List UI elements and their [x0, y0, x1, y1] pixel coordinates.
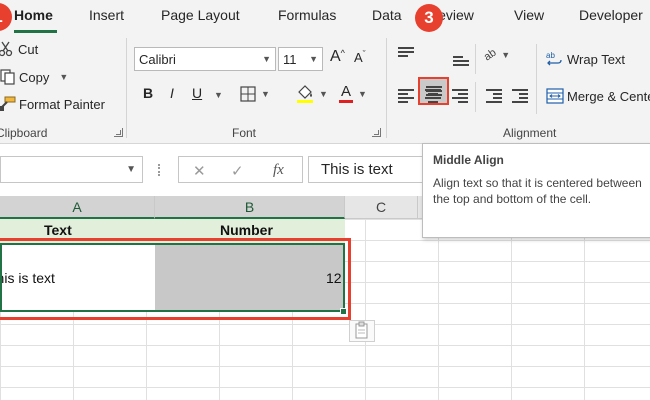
tooltip-body: Align text so that it is centered betwee… [433, 176, 642, 206]
fill-color-button[interactable]: ▼ [296, 84, 328, 104]
svg-text:ab: ab [546, 51, 555, 60]
merge-center-button[interactable]: Merge & Center [546, 88, 650, 104]
tab-view[interactable]: View [514, 7, 544, 23]
wrap-text-label: Wrap Text [567, 51, 626, 67]
name-box[interactable]: ▼ [0, 156, 143, 183]
grow-font-button[interactable]: A ^ [330, 48, 345, 66]
wrap-text-button[interactable]: ab Wrap Text [546, 50, 625, 68]
grow-font-label: A [330, 48, 341, 65]
ribbon-tab-bar: 1 Home Insert Page Layout Formulas Data … [0, 0, 650, 34]
chevron-down-icon[interactable]: ▼ [501, 50, 510, 60]
font-size-combo[interactable]: 11 ▼ [278, 47, 323, 71]
group-divider [126, 38, 127, 138]
font-name-value: Calibri [139, 51, 176, 67]
tab-developer[interactable]: Developer [579, 7, 643, 23]
cut-label: Cut [18, 41, 39, 57]
orientation-button[interactable]: ab ▼ [481, 46, 511, 64]
clipboard-group-label: Clipboard [0, 126, 48, 140]
fill-handle[interactable] [340, 308, 347, 315]
tab-page-layout[interactable]: Page Layout [161, 7, 240, 23]
group-divider [386, 38, 387, 138]
active-tab-indicator [14, 30, 57, 33]
cut-button[interactable]: Cut [0, 41, 38, 57]
cell-b1[interactable]: Number [220, 222, 273, 238]
caret-down-icon: ˇ [362, 48, 366, 59]
borders-icon [240, 86, 256, 102]
formula-buttons: ✕ ✓ fx [178, 156, 303, 183]
font-dialog-launcher-icon[interactable] [372, 128, 381, 137]
column-header-b[interactable]: B [155, 196, 345, 219]
middle-align-tooltip: Middle Align Align text so that it is ce… [422, 143, 650, 238]
cell-a1[interactable]: Text [44, 222, 72, 238]
bold-button[interactable]: B [143, 85, 153, 101]
highlight-box [0, 238, 351, 320]
italic-button[interactable]: I [170, 85, 174, 101]
font-group-label: Font [232, 126, 257, 140]
shrink-font-label: A [354, 50, 363, 65]
insert-function-icon[interactable]: fx [273, 162, 284, 179]
orientation-icon: ab [481, 46, 499, 64]
clipboard-dialog-launcher-icon[interactable] [114, 128, 123, 137]
tab-data[interactable]: Data [372, 7, 402, 23]
underline-button[interactable]: U [192, 85, 202, 101]
align-left-icon[interactable] [398, 89, 414, 103]
top-align-icon[interactable] [398, 47, 414, 61]
merge-center-label: Merge & Center [567, 88, 650, 104]
column-header-a[interactable]: A [0, 196, 155, 219]
scissors-icon [0, 41, 13, 57]
chevron-down-icon[interactable]: ▼ [319, 89, 328, 99]
clipboard-icon [355, 321, 368, 339]
alignment-group-label: Alignment [503, 126, 557, 140]
tab-home[interactable]: Home [14, 7, 53, 23]
font-name-combo[interactable]: Calibri ▼ [134, 47, 276, 71]
tab-insert[interactable]: Insert [89, 7, 124, 23]
chevron-down-icon[interactable]: ▼ [358, 89, 367, 99]
cancel-icon[interactable]: ✕ [193, 162, 206, 180]
chevron-down-icon[interactable]: ▼ [214, 90, 223, 100]
tab-formulas[interactable]: Formulas [278, 7, 336, 23]
copy-button[interactable]: Copy ▼ [0, 69, 68, 85]
quick-analysis-button[interactable] [349, 320, 375, 342]
bottom-align-icon[interactable] [453, 54, 469, 68]
increase-indent-icon[interactable] [512, 89, 528, 103]
borders-button[interactable]: ▼ [240, 86, 270, 102]
tab-review[interactable]: Review [434, 7, 494, 23]
tooltip-title: Middle Align [433, 153, 504, 167]
caret-up-icon: ^ [340, 47, 345, 58]
group-divider [475, 44, 476, 74]
font-color-button[interactable]: A ▼ [339, 84, 367, 103]
column-header-c[interactable]: C [345, 196, 418, 219]
group-divider [536, 44, 537, 114]
paint-bucket-icon [297, 85, 313, 103]
format-painter-button[interactable]: Format Painter [0, 96, 105, 112]
paintbrush-icon [0, 96, 16, 111]
decrease-indent-icon[interactable] [486, 89, 502, 103]
align-center-icon[interactable] [425, 89, 441, 103]
copy-label: Copy [19, 69, 50, 85]
chevron-down-icon[interactable]: ▼ [59, 72, 68, 82]
font-color-label: A [339, 84, 354, 103]
merge-center-icon [546, 88, 564, 104]
chevron-down-icon[interactable]: ▼ [262, 54, 271, 64]
copy-icon [0, 69, 15, 85]
enter-check-icon[interactable]: ✓ [231, 162, 244, 180]
format-painter-label: Format Painter [19, 96, 105, 112]
chevron-down-icon[interactable]: ▼ [126, 164, 136, 175]
align-right-icon[interactable] [452, 89, 468, 103]
splitter-handle[interactable] [158, 164, 161, 176]
step-marker-3: 3 [415, 4, 443, 32]
group-divider [475, 82, 476, 112]
wrap-text-icon: ab [546, 51, 562, 66]
ribbon: Cut Copy ▼ Format Painter Clipboard Cali… [0, 34, 650, 144]
font-size-value: 11 [283, 51, 297, 67]
chevron-down-icon[interactable]: ▼ [261, 89, 270, 99]
shrink-font-button[interactable]: Aˇ [354, 48, 366, 66]
step-marker-1: 1 [0, 3, 12, 31]
chevron-down-icon[interactable]: ▼ [309, 54, 318, 64]
